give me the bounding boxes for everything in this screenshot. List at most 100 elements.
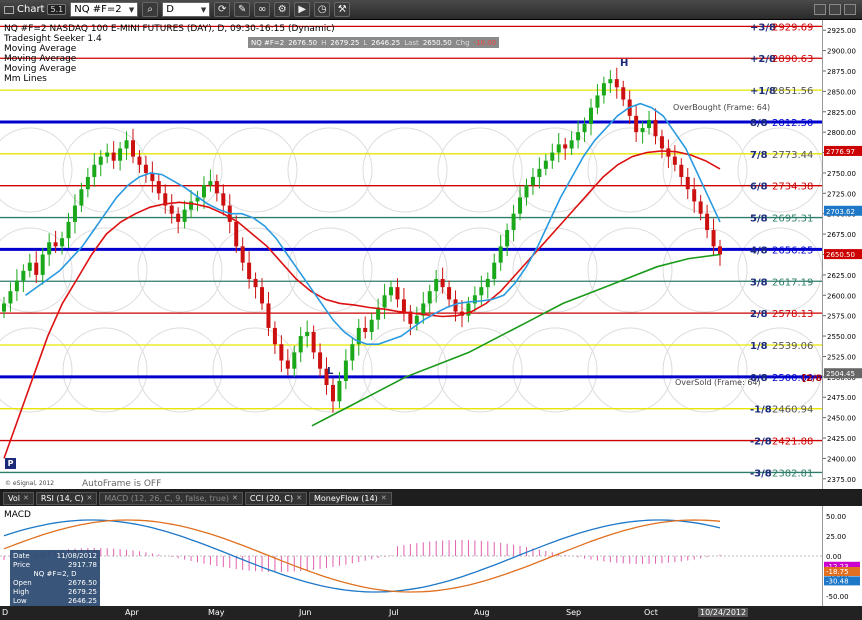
candle-body-31 <box>201 185 206 198</box>
close-icon[interactable] <box>844 4 856 15</box>
symbol-input[interactable]: NQ #F=2 ▼ <box>70 2 139 17</box>
price-tick-label-20: 2425.00 <box>827 435 856 443</box>
candle-body-88 <box>569 140 574 149</box>
candle-body-104 <box>672 156 677 165</box>
study-tab-label: MoneyFlow (14) <box>313 493 378 503</box>
quote-chg: -10.00 <box>473 38 497 47</box>
candle-body-36 <box>234 221 239 247</box>
grid-circle <box>212 227 298 313</box>
close-icon[interactable]: ✕ <box>381 494 387 502</box>
grid-circle <box>62 227 148 313</box>
candle-body-72 <box>466 303 471 316</box>
candle-body-57 <box>369 319 374 332</box>
grid-circle <box>137 227 223 313</box>
clock-icon: ◷ <box>317 4 327 15</box>
candle-body-41 <box>266 303 271 328</box>
swing-low-marker: L <box>327 366 334 377</box>
candle-body-4 <box>27 262 32 271</box>
candle-body-32 <box>208 181 213 186</box>
study-tab-label: RSI (14, C) <box>40 493 84 503</box>
chevron-down-icon[interactable]: ▼ <box>129 6 134 14</box>
murrey-label-7: 4/8 <box>750 245 768 256</box>
candle-body-39 <box>253 278 258 288</box>
macd-chart-svg <box>0 519 822 593</box>
chevron-down-icon[interactable]: ▼ <box>201 6 206 14</box>
price-axis[interactable]: 2925.00 2900.00 2875.00 2850.00 2825.00 2800.… <box>822 20 862 489</box>
murrey-label-13: -2/8 <box>750 437 772 448</box>
price-tick-label-16: 2525.00 <box>827 353 856 361</box>
study-tab-1[interactable]: RSI (14, C) ✕ <box>35 491 98 505</box>
oversold-label: OverSold (Frame: 64) <box>675 378 761 387</box>
price-chart-panel[interactable]: +3/8 2929.69 +2/8 2890.63 +1/8 2851.56 8/8 2812… <box>0 20 822 489</box>
price-tick-label-21: 2400.00 <box>827 455 856 463</box>
candle-body-100 <box>647 119 652 129</box>
murrey-value-13: 2421.88 <box>772 437 813 448</box>
link-button[interactable]: ∞ <box>254 2 271 17</box>
close-icon[interactable]: ✕ <box>296 494 302 502</box>
murrey-label-5: 6/8 <box>750 182 768 193</box>
study-tab-2[interactable]: MACD (12, 26, C, 9, false, true) ✕ <box>99 491 243 505</box>
play-button[interactable]: ▶ <box>294 2 311 17</box>
candle-body-54 <box>350 344 355 361</box>
candle-body-17 <box>111 152 116 161</box>
info-high: 2679.25 <box>68 588 97 596</box>
tools-button[interactable]: ⚒ <box>334 2 351 17</box>
study-tab-4[interactable]: MoneyFlow (14) ✕ <box>308 491 392 505</box>
study-tab-3[interactable]: CCI (20, C) ✕ <box>244 491 307 505</box>
candle-body-82 <box>530 177 535 186</box>
murrey-circle-grid <box>0 127 822 413</box>
info-low-label: Low <box>13 597 27 605</box>
copyright-text: © eSignal, 2012 <box>5 480 55 487</box>
grid-circle <box>587 227 673 313</box>
grid-circle <box>512 327 598 413</box>
candle-body-24 <box>156 181 161 194</box>
candle-body-75 <box>485 278 490 288</box>
macd-title: MACD <box>4 510 31 520</box>
interval-input[interactable]: D ▼ <box>162 2 211 17</box>
murrey-label-14: -3/8 <box>750 468 772 479</box>
murrey-value-1: 2890.63 <box>772 54 813 65</box>
settings-button[interactable]: ⚙ <box>274 2 291 17</box>
wrench-icon: ⚒ <box>337 4 347 15</box>
grid-circle <box>0 127 73 213</box>
price-tick-label-1: 2900.00 <box>827 48 856 56</box>
candle-body-111 <box>718 246 722 255</box>
macd-tick-label-0: 50.00 <box>826 513 846 521</box>
candle-body-79 <box>511 213 516 231</box>
candle-body-47 <box>305 331 310 337</box>
candle-body-45 <box>292 352 297 369</box>
macd-axis[interactable]: 50.0025.000.00-25.00-50.00-12.23-18.75-3… <box>822 506 862 606</box>
murrey-value-6: 2695.31 <box>772 214 813 225</box>
legend-study-ma3: Moving Average <box>4 64 77 74</box>
clock-button[interactable]: ◷ <box>314 2 331 17</box>
symbol-search-button[interactable]: ⌕ <box>142 2 159 17</box>
p-marker[interactable]: P <box>5 458 16 469</box>
date-axis-corner <box>822 606 862 620</box>
quote-last-label: Last <box>404 38 419 47</box>
study-tab-0[interactable]: Vol ✕ <box>3 491 34 505</box>
grid-circle <box>212 327 298 413</box>
maximize-icon[interactable] <box>829 4 841 15</box>
murrey-value-14: 2382.81 <box>772 468 813 479</box>
draw-button[interactable]: ✎ <box>234 2 251 17</box>
price-tick-label-12: 2625.00 <box>827 272 856 280</box>
candle-body-76 <box>492 262 497 279</box>
close-icon[interactable]: ✕ <box>232 494 238 502</box>
candle-body-13 <box>85 177 90 190</box>
price-tick-label-15: 2550.00 <box>827 333 856 341</box>
candle-body-101 <box>653 119 658 137</box>
chart-toolbar: Chart 5.1 NQ #F=2 ▼ ⌕ D ▼ ⟳ ✎ ∞ ⚙ ▶ ◷ ⚒ <box>0 0 862 20</box>
grid-circle <box>62 327 148 413</box>
close-icon[interactable]: ✕ <box>86 494 92 502</box>
minimize-icon[interactable] <box>814 4 826 15</box>
gear-icon: ⚙ <box>277 4 287 15</box>
candle-body-42 <box>272 327 277 345</box>
info-open-label: Open <box>13 579 32 587</box>
date-axis[interactable]: D Apr May Jun Jul Aug Sep Oct 10/24/2012 <box>0 606 822 620</box>
macd-panel[interactable]: MACD <box>0 506 822 606</box>
macd-badge-label-2: -30.48 <box>826 577 849 585</box>
candle-body-78 <box>505 230 510 247</box>
refresh-button[interactable]: ⟳ <box>214 2 231 17</box>
close-icon[interactable]: ✕ <box>23 494 29 502</box>
grid-circle <box>437 127 523 213</box>
